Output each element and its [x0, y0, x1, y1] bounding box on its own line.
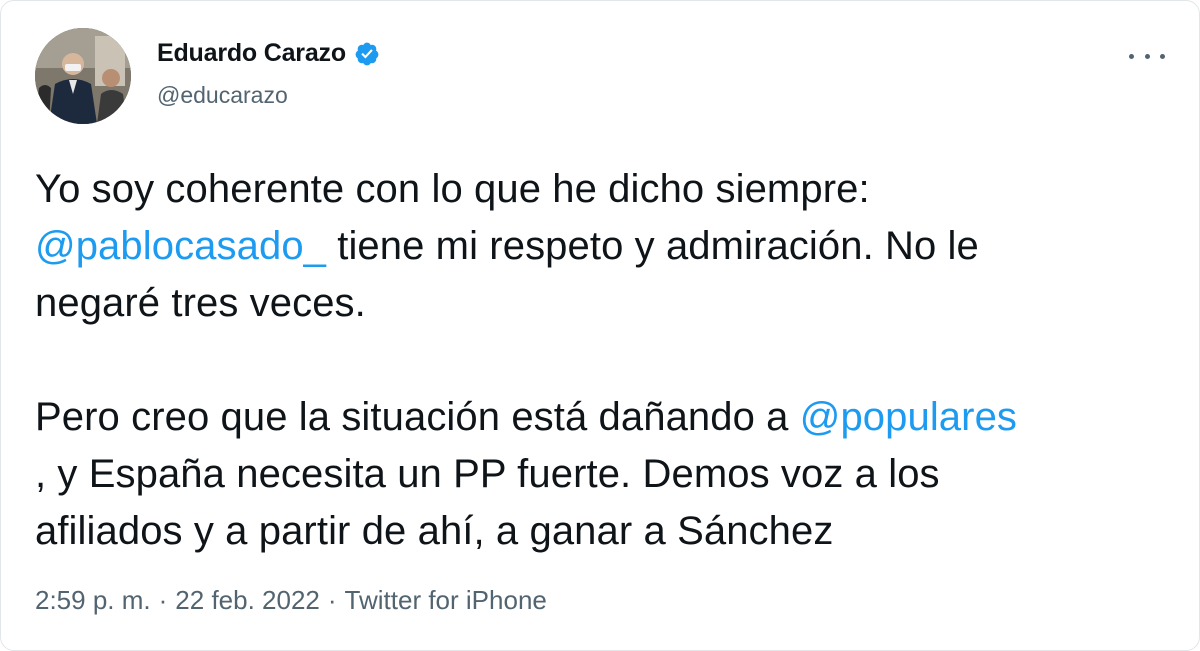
tweet-time[interactable]: 2:59 p. m. [35, 585, 151, 616]
handle[interactable]: @educarazo [157, 82, 380, 109]
verified-badge-icon [354, 41, 380, 67]
name-row: Eduardo Carazo [157, 39, 380, 68]
avatar[interactable] [35, 28, 131, 124]
tweet-line: Pero creo que la situación está dañando … [35, 395, 800, 439]
mention-link[interactable]: @populares [800, 395, 1017, 439]
display-name[interactable]: Eduardo Carazo [157, 39, 346, 68]
tweet-line: negaré tres veces. [35, 281, 366, 325]
meta-separator: · [158, 585, 168, 615]
more-options-icon[interactable] [1129, 49, 1165, 63]
tweet-text: Yo soy coherente con lo que he dicho sie… [35, 161, 1165, 560]
meta-separator: · [327, 585, 337, 615]
more-dot [1129, 53, 1134, 59]
tweet-line: , y España necesita un PP fuerte. Demos … [35, 452, 940, 496]
more-dot [1160, 53, 1165, 59]
tweet-card: Eduardo Carazo @educarazo Yo soy coheren… [0, 0, 1200, 651]
tweet-line: Yo soy coherente con lo que he dicho sie… [35, 167, 870, 211]
tweet-line: tiene mi respeto y admiración. No le [326, 224, 979, 268]
tweet-paragraph-2: Pero creo que la situación está dañando … [35, 389, 1165, 560]
tweet-date[interactable]: 22 feb. 2022 [175, 585, 320, 616]
profile-photo-icon [35, 28, 131, 124]
tweet-paragraph-1: Yo soy coherente con lo que he dicho sie… [35, 161, 1165, 332]
tweet-metadata: 2:59 p. m. · 22 feb. 2022 · Twitter for … [35, 585, 547, 616]
author-block: Eduardo Carazo @educarazo [157, 39, 380, 109]
tweet-line: afiliados y a partir de ahí, a ganar a S… [35, 509, 834, 553]
tweet-source[interactable]: Twitter for iPhone [345, 585, 547, 616]
mention-link[interactable]: @pablocasado_ [35, 224, 326, 268]
more-dot [1144, 53, 1150, 59]
